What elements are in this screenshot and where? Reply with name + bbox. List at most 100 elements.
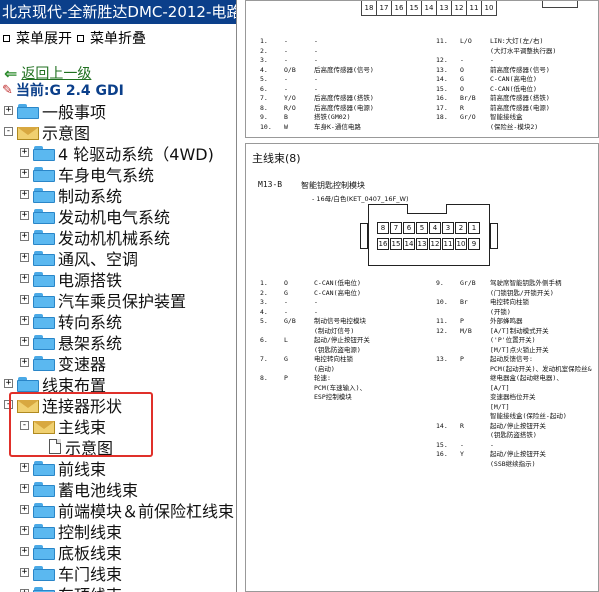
pin-row: 13. P 起动反馈信号: [436,355,533,363]
tree-node[interactable]: + 一般事项 [4,100,106,122]
collapse-menu-button[interactable]: 菜单折叠 [77,28,146,48]
wire-color: R/O [284,103,296,112]
pin-row: 变速器档位开关 [436,393,536,401]
expand-toggle-icon[interactable]: + [20,526,29,535]
wire-color: P [460,355,464,363]
pin-row: 12. M/B [A/T]制动模式开关 [436,327,549,335]
pin-description: C-CAN(低电位) [490,84,537,93]
wire-color: L [284,336,288,344]
pin-row: 14. G C-CAN(高电位) [436,75,537,83]
expand-toggle-icon[interactable]: + [20,358,29,367]
expand-toggle-icon[interactable]: + [20,337,29,346]
tree-node[interactable]: + 悬架系统 [20,331,122,353]
pin-description: 前高度传感器(搭铁) [490,94,550,102]
pin-row: 17. R 前高度传感器(电源) [436,104,550,112]
connector-spec: - 16母/白色(KET_0407_16F_W) [312,195,409,203]
folder-icon [33,271,55,287]
expand-toggle-icon[interactable]: + [20,484,29,493]
folder-icon [33,229,55,245]
tree-node[interactable]: + 底板线束 [20,541,122,563]
expand-toggle-icon[interactable]: + [20,463,29,472]
expand-toggle-icon[interactable]: + [20,211,29,220]
folder-icon [33,565,55,581]
expand-toggle-icon[interactable]: + [20,316,29,325]
pin-number: 1. [260,37,268,45]
expand-toggle-icon[interactable]: + [20,253,29,262]
expand-toggle-icon[interactable]: + [20,568,29,577]
tree-node[interactable]: + 变速器 [20,352,106,374]
tree-node[interactable]: + 制动系统 [20,184,122,206]
tree-node[interactable]: + 通风、空调 [20,247,138,269]
pin-row: 1. O C-CAN(低电位) [260,279,361,287]
pin-row: 10. W 车身K-通信电路 [260,123,361,131]
tree-node[interactable]: +车顶线束 [20,583,122,592]
pin-description: 搭铁(GM02) [314,113,351,121]
expand-toggle-icon[interactable]: + [20,148,29,157]
tree-node[interactable]: + 转向系统 [20,310,122,332]
connector-pin: 5 [416,222,428,234]
pin-description: C-CAN(低电位) [314,279,361,287]
tree-node[interactable]: +4 轮驱动系统（4WD) [20,142,214,164]
expand-toggle-icon[interactable]: + [4,106,13,115]
pin-description: 前高度传感器(信号) [490,65,550,74]
pin-number: 6. [260,336,268,344]
pin-row: 18. Gr/O 智能接线盒 [436,113,523,121]
pin-description: 继电器盒(起动继电器)、 [490,374,563,382]
pin-number: 5. [260,317,268,325]
pin-description: C-CAN(高电位) [314,288,361,297]
tree-node[interactable]: + 车门线束 [20,562,122,584]
pin-description: 起动/停止按钮开关 [490,421,546,430]
pin-description: 起动/停止按钮开关 [314,336,370,344]
expand-toggle-icon[interactable]: + [20,505,29,514]
connector-outline [542,1,578,8]
tree-node[interactable]: + 前线束 [20,457,106,479]
pin-number: 3. [260,56,268,64]
connector-pin: 15 [390,238,402,250]
expand-toggle-icon[interactable]: + [20,169,29,178]
expand-toggle-icon[interactable]: + [20,547,29,556]
tree-node[interactable]: + 蓄电池线束 [20,478,138,500]
tree-node[interactable]: - 示意图 [4,121,90,143]
pin-description: 驾驶席智能钥匙外侧手柄 [490,279,562,287]
connector-id: M13-B [258,180,283,189]
connector-pin: 10 [455,238,467,250]
pin-row: (启动) [260,365,335,373]
connector-pin: 7 [390,222,402,234]
tree-node[interactable]: + 控制线束 [20,520,122,542]
pin-description: [A/T] [490,383,510,392]
wire-color: O [460,84,464,93]
tree-node[interactable]: + 发动机机械系统 [20,226,170,248]
pin-number: 12. [436,56,448,64]
pin-row: [M/T]点火锁止开关 [436,346,549,354]
tree-node[interactable]: + 发动机电气系统 [20,205,170,227]
wire-color: - [460,440,464,449]
pin-row: (钥匙防盗搭铁) [436,431,537,439]
square-icon [3,34,10,42]
expand-toggle-icon[interactable]: + [20,190,29,199]
pin-number: 4. [260,307,268,316]
folder-icon [33,334,55,350]
pin-row: PCM(车速输入)、 [260,384,366,392]
tree-node[interactable]: + 汽车乘员保护装置 [20,289,186,311]
collapse-toggle-icon[interactable]: - [4,127,13,136]
tree-node[interactable]: + 前端模块＆前保险杠线束 [20,499,234,521]
expand-toggle-icon[interactable]: + [20,295,29,304]
pin-description: (SSB继续指示) [490,459,536,468]
tree-node[interactable]: + 车身电气系统 [20,163,154,185]
expand-toggle-icon[interactable]: + [20,274,29,283]
pin-row: 2. G C-CAN(高电位) [260,289,361,297]
wire-color: - [460,56,464,64]
expand-menu-button[interactable]: 菜单展开 [3,28,72,48]
tree-node[interactable]: + 电源搭铁 [20,268,122,290]
expand-toggle-icon[interactable]: + [20,232,29,241]
tree-node[interactable]: + 线束布置 [4,373,106,395]
pin-number: 3. [260,298,268,306]
connector-pin-strip: 18 17 16 15 14 13 12 11 10 [361,1,497,16]
folder-icon [33,586,55,592]
connector-name: 智能钥匙控制模块 [301,181,365,190]
wire-color: W [284,122,288,131]
collapse-menu-label: 菜单折叠 [90,31,146,47]
pin-row: 3. - - [260,56,318,64]
pin-number: 2. [260,288,268,297]
expand-toggle-icon[interactable]: + [4,379,13,388]
